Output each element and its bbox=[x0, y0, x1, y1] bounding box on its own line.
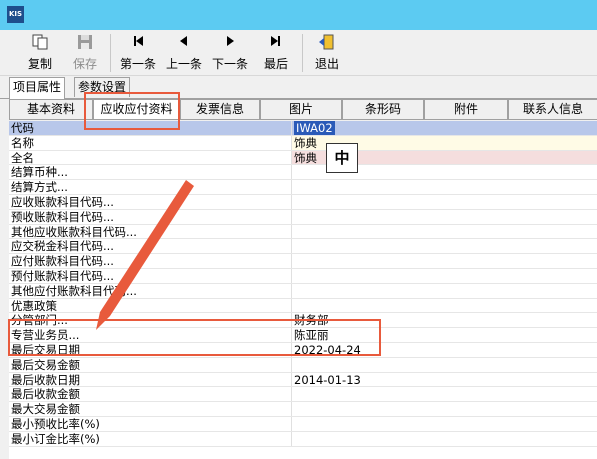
last-record-icon bbox=[256, 33, 296, 55]
field-label: 结算方式... bbox=[11, 180, 68, 195]
field-label: 应交税金科目代码... bbox=[11, 239, 114, 254]
tab-invoice-info[interactable]: 发票信息 bbox=[180, 99, 260, 120]
table-row[interactable]: 名称 饰典 bbox=[9, 135, 597, 151]
field-value[interactable]: 2014-01-13 bbox=[291, 372, 597, 387]
table-row[interactable]: 最后收款日期 2014-01-13 bbox=[9, 372, 597, 388]
toolbar-divider bbox=[110, 34, 111, 72]
table-row[interactable]: 应收账款科目代码... bbox=[9, 194, 597, 210]
field-label: 结算币种... bbox=[11, 165, 68, 180]
field-label: 最后收款日期 bbox=[11, 372, 80, 387]
next-record-button[interactable]: 下一条 bbox=[208, 30, 252, 75]
field-value[interactable] bbox=[291, 298, 597, 313]
last-record-label: 最后 bbox=[263, 57, 288, 71]
table-row[interactable]: 结算币种... bbox=[9, 165, 597, 181]
table-row[interactable]: 最后交易金额 bbox=[9, 357, 597, 373]
table-row[interactable]: 结算方式... bbox=[9, 180, 597, 195]
field-label: 最小订金比率(%) bbox=[11, 431, 100, 446]
table-row[interactable]: 应付账款科目代码... bbox=[9, 254, 597, 269]
last-record-button[interactable]: 最后 bbox=[256, 30, 296, 75]
table-row[interactable]: 应交税金科目代码... bbox=[9, 239, 597, 255]
table-row[interactable]: 最大交易金额 bbox=[9, 402, 597, 417]
tab-barcode[interactable]: 条形码 bbox=[342, 99, 424, 120]
table-row[interactable]: 预收账款科目代码... bbox=[9, 209, 597, 225]
tab-basic-info[interactable]: 基本资料 bbox=[9, 99, 93, 120]
field-value[interactable] bbox=[291, 254, 597, 268]
field-value[interactable] bbox=[291, 239, 597, 254]
field-label: 最后交易金额 bbox=[11, 357, 80, 372]
field-value[interactable] bbox=[291, 209, 597, 224]
field-label: 其他应付账款科目代码... bbox=[11, 283, 137, 298]
field-value[interactable] bbox=[291, 357, 597, 372]
field-label: 最后收款金额 bbox=[11, 387, 80, 402]
field-label: 代码 bbox=[11, 121, 34, 135]
code-value[interactable]: IWA02 bbox=[294, 121, 335, 135]
field-value[interactable] bbox=[291, 283, 597, 298]
table-row[interactable]: 最小订金比率(%) bbox=[9, 431, 597, 447]
first-record-icon bbox=[116, 33, 160, 55]
table-row[interactable]: 优惠政策 bbox=[9, 298, 597, 314]
exit-label: 退出 bbox=[314, 57, 339, 71]
save-label: 保存 bbox=[72, 57, 97, 71]
app-logo: KIS bbox=[7, 6, 24, 23]
field-value[interactable] bbox=[291, 194, 597, 209]
ime-indicator[interactable]: 中 bbox=[326, 143, 358, 173]
field-value[interactable] bbox=[291, 268, 597, 283]
table-row[interactable]: 全名 饰典 bbox=[9, 150, 597, 166]
tab-picture[interactable]: 图片 bbox=[260, 99, 342, 120]
table-row[interactable]: 其他应付账款科目代码... bbox=[9, 283, 597, 299]
toolbar: 复制 保存 第一条 上一条 下一条 最后 退出 bbox=[0, 30, 597, 76]
tab-item-properties[interactable]: 项目属性 bbox=[9, 77, 66, 99]
field-value[interactable]: IWA02 bbox=[291, 121, 597, 135]
property-grid: 代码 IWA02 名称 饰典 全名 饰典 结算币种... 结算方式... 应收账… bbox=[9, 121, 597, 459]
field-value[interactable] bbox=[291, 416, 597, 431]
exit-icon bbox=[311, 33, 343, 55]
field-label: 最大交易金额 bbox=[11, 402, 80, 417]
next-record-icon bbox=[208, 33, 252, 55]
table-row[interactable]: 预付账款科目代码... bbox=[9, 268, 597, 284]
title-bar: KIS bbox=[0, 0, 597, 30]
field-value[interactable] bbox=[291, 387, 597, 402]
table-row[interactable]: 其他应收账款科目代码... bbox=[9, 224, 597, 240]
field-label: 优惠政策 bbox=[11, 298, 57, 313]
field-label: 应付账款科目代码... bbox=[11, 254, 114, 269]
field-label: 全名 bbox=[11, 150, 34, 165]
tab-contact-info[interactable]: 联系人信息 bbox=[508, 99, 597, 120]
first-record-button[interactable]: 第一条 bbox=[116, 30, 160, 75]
prev-record-icon bbox=[162, 33, 206, 55]
field-value[interactable] bbox=[291, 402, 597, 416]
next-record-label: 下一条 bbox=[211, 57, 248, 71]
tab-attachment[interactable]: 附件 bbox=[424, 99, 508, 120]
copy-label: 复制 bbox=[27, 57, 52, 71]
first-record-label: 第一条 bbox=[119, 57, 156, 71]
save-icon bbox=[69, 33, 101, 55]
field-value[interactable] bbox=[291, 180, 597, 194]
field-label: 最小预收比率(%) bbox=[11, 416, 100, 431]
field-value[interactable] bbox=[291, 224, 597, 239]
prev-record-label: 上一条 bbox=[165, 57, 202, 71]
field-label: 应收账款科目代码... bbox=[11, 194, 114, 209]
copy-icon bbox=[24, 33, 56, 55]
highlight-box-fields bbox=[8, 319, 381, 356]
save-button[interactable]: 保存 bbox=[69, 30, 101, 75]
prev-record-button[interactable]: 上一条 bbox=[162, 30, 206, 75]
table-row[interactable]: 最小预收比率(%) bbox=[9, 416, 597, 432]
toolbar-divider bbox=[302, 34, 303, 72]
field-label: 预付账款科目代码... bbox=[11, 268, 114, 283]
copy-button[interactable]: 复制 bbox=[24, 30, 56, 75]
field-label: 其他应收账款科目代码... bbox=[11, 224, 137, 239]
field-label: 预收账款科目代码... bbox=[11, 209, 114, 224]
highlight-box-tab bbox=[84, 92, 180, 130]
exit-button[interactable]: 退出 bbox=[311, 30, 343, 75]
field-value[interactable] bbox=[291, 431, 597, 446]
table-row[interactable]: 最后收款金额 bbox=[9, 387, 597, 403]
field-label: 名称 bbox=[11, 135, 34, 150]
